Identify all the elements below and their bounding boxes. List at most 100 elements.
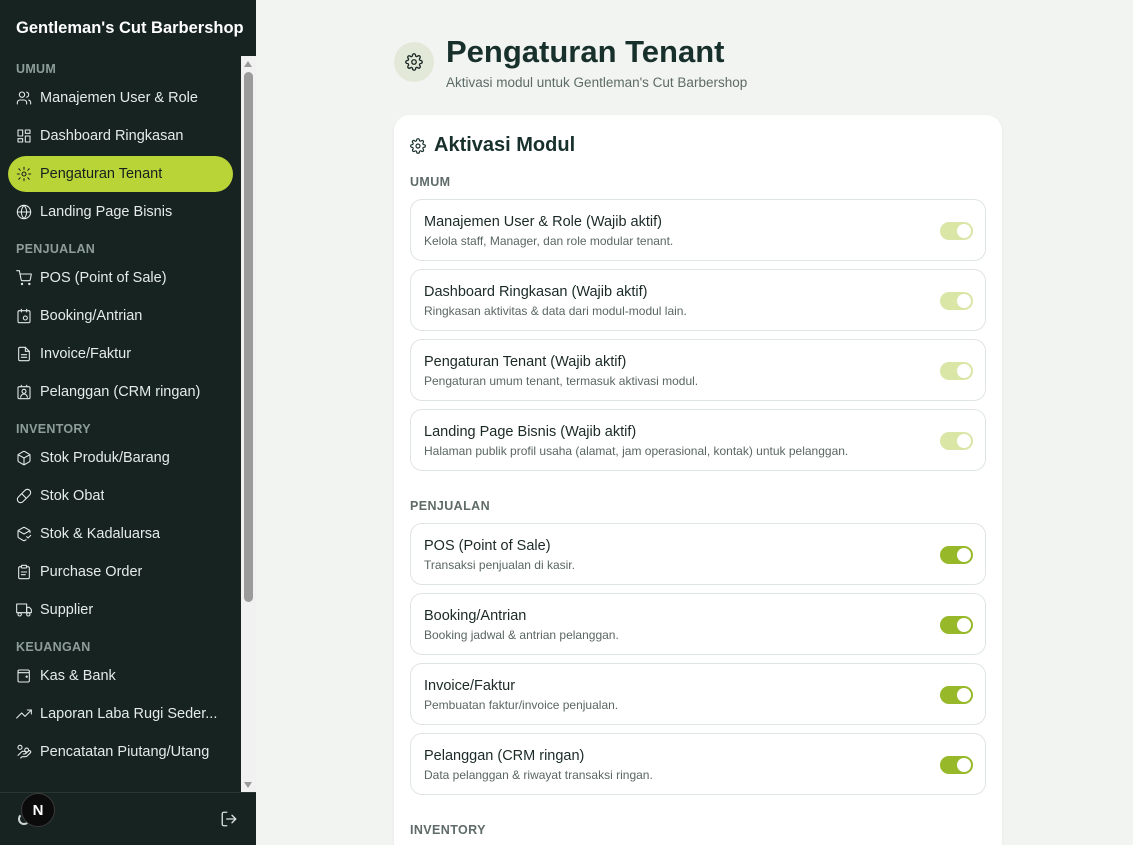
sidebar-item-pos-point-of-sale[interactable]: POS (Point of Sale) bbox=[8, 260, 233, 296]
globe-icon bbox=[16, 204, 32, 220]
sidebar-item-pengaturan-tenant[interactable]: Pengaturan Tenant bbox=[8, 156, 233, 192]
sidebar-item-invoice-faktur[interactable]: Invoice/Faktur bbox=[8, 336, 233, 372]
module-row: Pengaturan Tenant (Wajib aktif) Pengatura… bbox=[410, 339, 986, 401]
module-row: Dashboard Ringkasan (Wajib aktif) Ringkas… bbox=[410, 269, 986, 331]
sidebar-item-label: Laporan Laba Rugi Seder... bbox=[40, 706, 218, 722]
toggle-knob bbox=[957, 688, 971, 702]
sidebar-section-penjualan: PENJUALAN bbox=[16, 242, 96, 256]
users-icon bbox=[16, 90, 32, 106]
sidebar-item-dashboard-ringkasan[interactable]: Dashboard Ringkasan bbox=[8, 118, 233, 154]
module-toggle[interactable] bbox=[940, 616, 973, 634]
module-name: Landing Page Bisnis (Wajib aktif) bbox=[424, 424, 637, 440]
toggle-knob bbox=[957, 548, 971, 562]
sidebar-item-stok-kadaluarsa[interactable]: Stok & Kadaluarsa bbox=[8, 516, 233, 552]
sidebar-item-stok-produk-barang[interactable]: Stok Produk/Barang bbox=[8, 440, 233, 476]
file-text-icon bbox=[16, 346, 32, 362]
module-row: Pelanggan (CRM ringan) Data pelanggan & r… bbox=[410, 733, 986, 795]
wallet-icon bbox=[16, 668, 32, 684]
scroll-down-arrow-icon[interactable] bbox=[244, 782, 252, 788]
main-content: Pengaturan Tenant Aktivasi modul untuk G… bbox=[256, 0, 1133, 845]
sidebar-item-booking-antrian[interactable]: Booking/Antrian bbox=[8, 298, 233, 334]
next-dev-badge[interactable]: N bbox=[21, 793, 55, 827]
module-row: Manajemen User & Role (Wajib aktif) Kelol… bbox=[410, 199, 986, 261]
sidebar-footer: N bbox=[0, 792, 256, 845]
toggle-knob bbox=[957, 618, 971, 632]
gear-icon bbox=[410, 137, 426, 154]
sidebar-item-manajemen-user-role[interactable]: Manajemen User & Role bbox=[8, 80, 233, 116]
sidebar-section-inventory: INVENTORY bbox=[16, 422, 91, 436]
package-check-icon bbox=[16, 526, 32, 542]
calendar-clock-icon bbox=[16, 308, 32, 324]
sidebar-item-label: Stok Obat bbox=[40, 488, 105, 504]
sidebar-item-label: Stok & Kadaluarsa bbox=[40, 526, 161, 542]
module-toggle bbox=[940, 432, 973, 450]
sidebar-item-pelanggan-crm-ringan[interactable]: Pelanggan (CRM ringan) bbox=[8, 374, 233, 410]
module-activation-card: Aktivasi Modul UMUM Manajemen User & Role… bbox=[394, 115, 1002, 845]
module-name: Pengaturan Tenant (Wajib aktif) bbox=[424, 354, 627, 370]
module-row: POS (Point of Sale) Transaksi penjualan d… bbox=[410, 523, 986, 585]
sidebar-item-pencatatan-piutang-utang[interactable]: Pencatatan Piutang/Utang bbox=[8, 734, 233, 770]
toggle-knob bbox=[957, 294, 971, 308]
gear-icon bbox=[394, 42, 434, 82]
card-title-text: Aktivasi Modul bbox=[434, 134, 576, 156]
module-toggle[interactable] bbox=[940, 756, 973, 774]
module-description: Pengaturan umum tenant, termasuk aktivas… bbox=[424, 374, 699, 388]
sidebar-item-label: Booking/Antrian bbox=[40, 308, 143, 324]
module-description: Kelola staff, Manager, dan role modular … bbox=[424, 234, 674, 248]
page-subtitle: Aktivasi modul untuk Gentleman's Cut Bar… bbox=[446, 75, 748, 90]
sidebar-item-label: Landing Page Bisnis bbox=[40, 204, 173, 220]
hand-coins-icon bbox=[16, 744, 32, 760]
page-title: Pengaturan Tenant bbox=[446, 34, 725, 69]
package-icon bbox=[16, 450, 32, 466]
card-title: Aktivasi Modul bbox=[410, 134, 575, 157]
cart-icon bbox=[16, 270, 32, 286]
module-name: Invoice/Faktur bbox=[424, 678, 516, 694]
sidebar-item-kas-bank[interactable]: Kas & Bank bbox=[8, 658, 233, 694]
module-name: Manajemen User & Role (Wajib aktif) bbox=[424, 214, 662, 230]
sidebar-item-purchase-order[interactable]: Purchase Order bbox=[8, 554, 233, 590]
module-description: Transaksi penjualan di kasir. bbox=[424, 558, 575, 572]
gear-icon bbox=[16, 166, 32, 182]
clipboard-icon bbox=[16, 564, 32, 580]
sidebar-item-supplier[interactable]: Supplier bbox=[8, 592, 233, 628]
contact-icon bbox=[16, 384, 32, 400]
sidebar-item-label: Dashboard Ringkasan bbox=[40, 128, 184, 144]
dashboard-icon bbox=[16, 128, 32, 144]
sidebar: Gentleman's Cut Barbershop UMUM Manajemen… bbox=[0, 0, 256, 845]
logout-icon[interactable] bbox=[220, 810, 240, 830]
module-toggle bbox=[940, 222, 973, 240]
sidebar-item-label: Invoice/Faktur bbox=[40, 346, 132, 362]
module-row: Landing Page Bisnis (Wajib aktif) Halaman… bbox=[410, 409, 986, 471]
toggle-knob bbox=[957, 224, 971, 238]
sidebar-item-label: Stok Produk/Barang bbox=[40, 450, 170, 466]
module-toggle[interactable] bbox=[940, 686, 973, 704]
sidebar-item-label: Supplier bbox=[40, 602, 94, 618]
sidebar-section-umum: UMUM bbox=[16, 62, 57, 76]
module-row: Booking/Antrian Booking jadwal & antrian … bbox=[410, 593, 986, 655]
module-toggle[interactable] bbox=[940, 546, 973, 564]
toggle-knob bbox=[957, 434, 971, 448]
sidebar-scrollbar[interactable] bbox=[241, 56, 256, 792]
sidebar-item-laporan-laba-rugi-seder[interactable]: Laporan Laba Rugi Seder... bbox=[8, 696, 233, 732]
sidebar-section-keuangan: KEUANGAN bbox=[16, 640, 91, 654]
module-row: Invoice/Faktur Pembuatan faktur/invoice p… bbox=[410, 663, 986, 725]
module-group-inventory: INVENTORY bbox=[410, 823, 486, 837]
module-name: Booking/Antrian bbox=[424, 608, 527, 624]
trending-up-icon bbox=[16, 706, 32, 722]
scroll-thumb[interactable] bbox=[244, 72, 253, 602]
module-toggle bbox=[940, 362, 973, 380]
scroll-up-arrow-icon[interactable] bbox=[244, 61, 252, 67]
sidebar-item-label: Manajemen User & Role bbox=[40, 90, 198, 106]
module-name: POS (Point of Sale) bbox=[424, 538, 551, 554]
sidebar-item-stok-obat[interactable]: Stok Obat bbox=[8, 478, 233, 514]
brand-name: Gentleman's Cut Barbershop bbox=[16, 19, 244, 37]
module-description: Pembuatan faktur/invoice penjualan. bbox=[424, 698, 619, 712]
sidebar-nav: UMUM Manajemen User & Role Dashboard Ringk… bbox=[0, 54, 241, 790]
pill-icon bbox=[16, 488, 32, 504]
truck-icon bbox=[16, 602, 32, 618]
sidebar-item-label: Pengaturan Tenant bbox=[40, 166, 163, 182]
sidebar-item-landing-page-bisnis[interactable]: Landing Page Bisnis bbox=[8, 194, 233, 230]
sidebar-item-label: Kas & Bank bbox=[40, 668, 116, 684]
module-group-penjualan: PENJUALAN bbox=[410, 499, 490, 513]
module-toggle bbox=[940, 292, 973, 310]
